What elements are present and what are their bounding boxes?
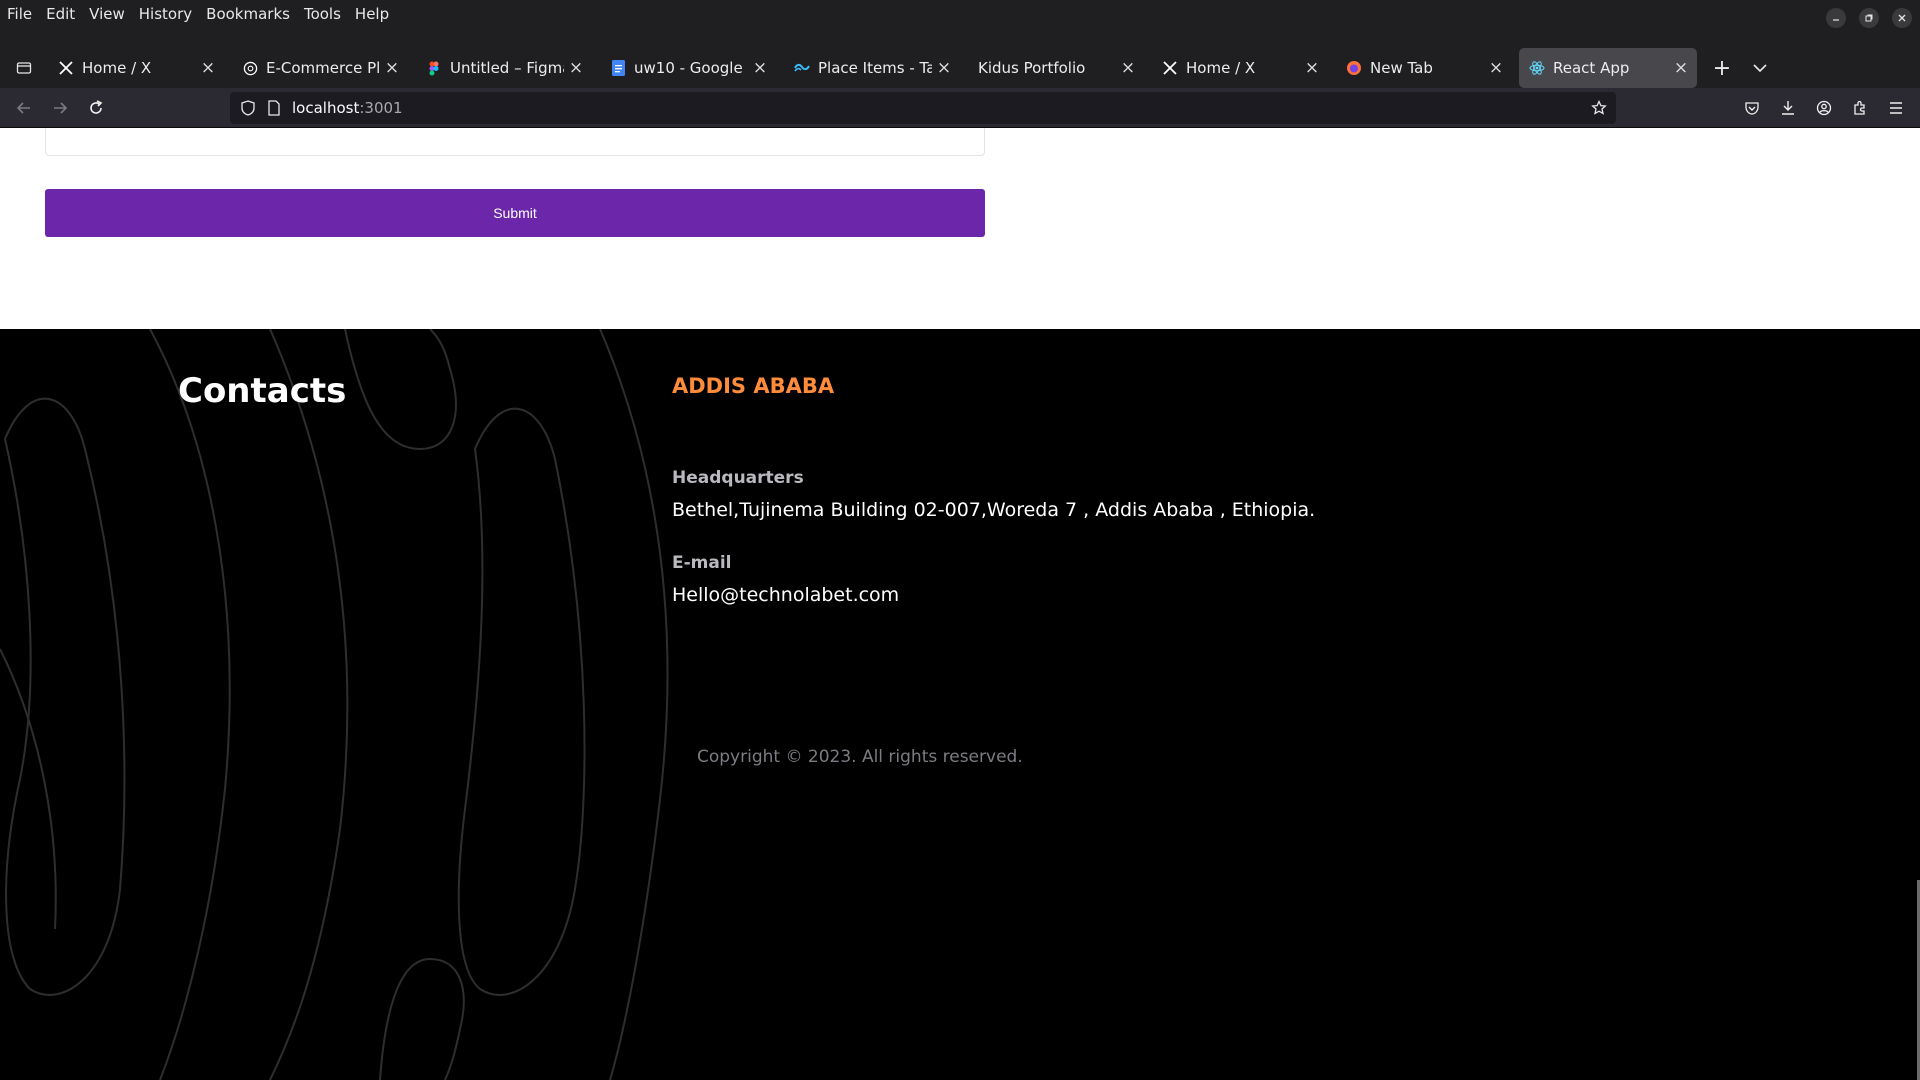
tab-react-app[interactable]: React App ×: [1519, 48, 1697, 88]
hamburger-menu-icon[interactable]: [1880, 92, 1912, 124]
back-arrow-icon[interactable]: [8, 92, 40, 124]
tab-home-x-1[interactable]: Home / X ×: [48, 48, 224, 88]
list-all-tabs-chevron-icon[interactable]: [1744, 52, 1776, 84]
x-logo-icon: [1162, 60, 1178, 76]
tab-google-docs[interactable]: uw10 - Google ሰነዶ ×: [600, 48, 776, 88]
menu-history[interactable]: History: [132, 0, 199, 28]
firefox-logo-icon: [1346, 60, 1362, 76]
pocket-icon[interactable]: [1736, 92, 1768, 124]
menu-bookmarks[interactable]: Bookmarks: [199, 0, 297, 28]
tab-figma[interactable]: Untitled – Figma ×: [416, 48, 592, 88]
shield-icon[interactable]: [238, 98, 258, 118]
url-port: :3001: [359, 99, 403, 117]
tab-kidus-portfolio[interactable]: Kidus Portfolio ×: [968, 48, 1144, 88]
close-tab-icon[interactable]: ×: [1669, 56, 1693, 80]
page-icon[interactable]: [264, 98, 284, 118]
tab-title: Home / X: [82, 59, 152, 77]
tab-ecommerce[interactable]: E-Commerce Platfo ×: [232, 48, 408, 88]
footer: Contacts ADDIS ABABA Headquarters Bethel…: [0, 329, 1920, 1080]
city-heading: ADDIS ABABA: [672, 374, 835, 398]
navigation-toolbar: localhost:3001: [0, 88, 1920, 128]
submit-button[interactable]: Submit: [45, 189, 985, 237]
downloads-icon[interactable]: [1772, 92, 1804, 124]
window-controls: [1826, 8, 1912, 28]
new-tab-plus-icon[interactable]: +: [1706, 52, 1738, 84]
headquarters-label: Headquarters: [672, 468, 804, 488]
close-tab-icon[interactable]: ×: [564, 56, 588, 80]
close-tab-icon[interactable]: ×: [1116, 56, 1140, 80]
url-bar[interactable]: localhost:3001: [230, 92, 1616, 124]
tab-title: uw10 - Google ሰነዶ: [634, 59, 748, 77]
close-window-icon[interactable]: [1892, 8, 1912, 28]
account-icon[interactable]: [1808, 92, 1840, 124]
url-host: localhost: [292, 99, 360, 117]
contacts-heading: Contacts: [178, 371, 347, 411]
google-docs-icon: [610, 60, 626, 76]
close-tab-icon[interactable]: ×: [748, 56, 772, 80]
bookmark-star-icon[interactable]: [1589, 98, 1609, 118]
restore-icon[interactable]: [1859, 8, 1879, 28]
menu-bar: File Edit View History Bookmarks Tools H…: [0, 0, 1920, 28]
menu-file[interactable]: File: [0, 0, 39, 28]
menu-help[interactable]: Help: [348, 0, 396, 28]
openai-logo-icon: [242, 60, 258, 76]
page-content: Submit Contacts ADDIS ABABA Headquarters…: [0, 128, 1920, 1080]
tailwind-logo-icon: [794, 60, 810, 76]
menu-tools[interactable]: Tools: [297, 0, 348, 28]
tab-home-x-2[interactable]: Home / X ×: [1152, 48, 1328, 88]
close-tab-icon[interactable]: ×: [1484, 56, 1508, 80]
react-logo-icon: [1529, 60, 1545, 76]
firefox-view-icon[interactable]: [8, 52, 40, 84]
close-tab-icon[interactable]: ×: [196, 56, 220, 80]
tab-title: Place Items - Tailwi: [818, 59, 932, 77]
tab-title: React App: [1553, 59, 1630, 77]
menu-edit[interactable]: Edit: [39, 0, 82, 28]
url-text[interactable]: localhost:3001: [292, 92, 403, 124]
tab-title: Untitled – Figma: [450, 59, 564, 77]
close-tab-icon[interactable]: ×: [932, 56, 956, 80]
minimize-icon[interactable]: [1826, 8, 1846, 28]
copyright-text: Copyright © 2023. All rights reserved.: [697, 747, 1023, 767]
reload-icon[interactable]: [80, 92, 112, 124]
tab-title: New Tab: [1370, 59, 1433, 77]
email-label: E-mail: [672, 553, 732, 573]
forward-arrow-icon[interactable]: [44, 92, 76, 124]
tab-tailwind[interactable]: Place Items - Tailwi ×: [784, 48, 960, 88]
message-textarea[interactable]: [45, 128, 985, 156]
x-logo-icon: [58, 60, 74, 76]
figma-logo-icon: [426, 60, 442, 76]
menu-view[interactable]: View: [82, 0, 132, 28]
tab-title: Home / X: [1186, 59, 1256, 77]
tab-title: E-Commerce Platfo: [266, 59, 380, 77]
headquarters-address: Bethel,Tujinema Building 02-007,Woreda 7…: [672, 499, 1316, 521]
decorative-background-curves: [0, 329, 669, 1080]
close-tab-icon[interactable]: ×: [1300, 56, 1324, 80]
tab-new-tab[interactable]: New Tab ×: [1336, 48, 1512, 88]
tab-title: Kidus Portfolio: [978, 59, 1086, 77]
close-tab-icon[interactable]: ×: [380, 56, 404, 80]
email-link[interactable]: Hello@technolabet.com: [672, 584, 899, 606]
extensions-icon[interactable]: [1844, 92, 1876, 124]
